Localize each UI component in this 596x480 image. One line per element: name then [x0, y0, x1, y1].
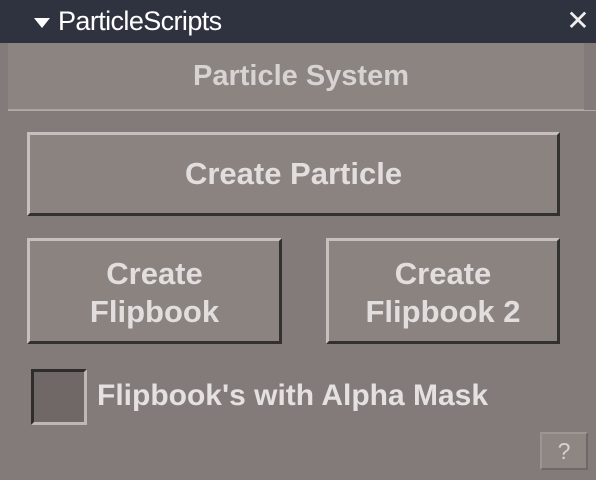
section-title: Particle System: [192, 60, 409, 92]
alpha-mask-option[interactable]: Flipbook's with Alpha Mask: [31, 369, 591, 427]
particle-scripts-window: ParticleScripts ✕ Particle System Create…: [0, 0, 596, 480]
help-button[interactable]: ?: [540, 432, 588, 470]
create-particle-button[interactable]: Create Particle: [27, 132, 560, 216]
section-divider: [8, 110, 596, 111]
alpha-mask-checkbox[interactable]: [31, 369, 87, 425]
create-flipbook-label-line-2: Flipbook: [89, 294, 220, 329]
create-flipbook-button[interactable]: Create Flipbook: [27, 238, 282, 344]
create-flipbook-2-button[interactable]: Create Flipbook 2: [326, 238, 560, 344]
section-header: Particle System: [8, 43, 584, 110]
help-icon: ?: [557, 438, 571, 464]
create-flipbook-label-line-1: Create: [106, 256, 203, 291]
create-flipbook-2-label-line-1: Create: [394, 256, 492, 291]
collapse-icon[interactable]: [34, 18, 50, 28]
create-flipbook-2-label-line-2: Flipbook 2: [365, 294, 521, 329]
close-icon[interactable]: ✕: [563, 6, 593, 36]
window-title: ParticleScripts: [58, 6, 222, 36]
alpha-mask-label[interactable]: Flipbook's with Alpha Mask: [97, 379, 488, 413]
window-titlebar[interactable]: ParticleScripts ✕: [0, 0, 596, 43]
